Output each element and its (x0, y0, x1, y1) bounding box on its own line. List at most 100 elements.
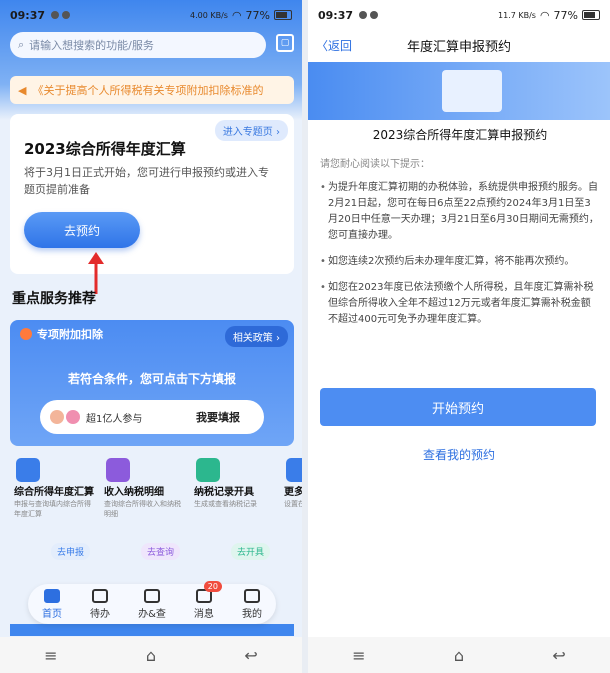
tab-icon (92, 588, 109, 603)
related-policy-link[interactable]: 相关政策 › (224, 326, 288, 347)
view-my-reservation-link[interactable]: 查看我的预约 (308, 446, 610, 463)
notice-item: 如您在2023年度已依法预缴个人所得税，且年度汇算需补税但综合所得收入全年不超过… (320, 280, 600, 328)
tab-item[interactable]: 首页 (42, 588, 63, 620)
service-item[interactable]: 纳税记录开具 生成或查看纳税记录去开具 (190, 458, 276, 562)
battery-icon (582, 10, 600, 20)
notification-icon (62, 11, 71, 19)
tab-label: 消息 (193, 608, 214, 620)
bottom-banner (10, 624, 294, 636)
notification-icon (51, 11, 60, 19)
status-bar: 09:37 4.00 KB/s ◠ 77% (0, 0, 302, 30)
avatar (50, 410, 64, 424)
service-desc: 查询综合所得收入和纳税明细 (104, 500, 181, 518)
page-title: 年度汇算申报预约 (406, 39, 511, 55)
tab-icon (143, 588, 160, 603)
search-input[interactable]: ⌕ 请输入想搜索的功能/服务 (10, 32, 266, 58)
scan-icon[interactable]: ▢ (276, 34, 294, 52)
special-deduction-card: 专项附加扣除 相关政策 › 若符合条件，您可点击下方填报 超1亿人参与 我要填报 (10, 320, 294, 446)
battery-level: 77% (553, 8, 578, 22)
menu-icon[interactable]: ≡ (352, 646, 365, 665)
system-nav-bar: ≡ ⌂ ↩ (0, 637, 302, 673)
search-icon: ⌕ (18, 38, 25, 51)
service-action-tag[interactable]: 去开具 (230, 543, 270, 560)
notification-icon (370, 11, 379, 19)
tab-icon (44, 588, 61, 603)
service-desc: 生成或查看纳税记录 (194, 500, 257, 508)
tab-label: 我的 (241, 608, 262, 620)
tab-label: 首页 (42, 608, 63, 620)
service-icon (286, 458, 302, 482)
tab-label: 待办 (90, 608, 111, 620)
content-hint: 请您耐心阅读以下提示： (320, 159, 430, 170)
service-grid: 综合所得年度汇算 申报与查询填内综合所得年度汇算 去申报 收入纳税明细 查询综合所得收入… (10, 458, 302, 578)
illustration-banner (308, 62, 610, 120)
illustration-icon (442, 70, 502, 112)
status-time: 09:37 (318, 8, 354, 22)
card2-header-label: 专项附加扣除 (37, 328, 103, 341)
section-title: 重点服务推荐 (12, 291, 96, 307)
network-speed: 11.7 KB/s (497, 10, 536, 20)
service-item[interactable]: 综合所得年度汇算申报与查询填内综合所得年度汇算去申报 (10, 458, 96, 562)
message-badge: 20 (203, 580, 222, 592)
participant-count: 超1亿人参与 (86, 413, 143, 425)
card-description: 将于3月1日正式开始，您可进行申报预约或进入专题页提前准备 (24, 166, 269, 196)
reservation-content: 2023综合所得年度汇算申报预约 请您耐心阅读以下提示： 为提升年度汇算初期的办… (320, 120, 600, 328)
notification-icon (359, 11, 368, 19)
service-item[interactable]: 更多1 设置在用功能 (280, 458, 302, 562)
search-placeholder: 请输入想搜索的功能/服务 (29, 39, 154, 52)
service-desc: 申报与查询填内综合所得年度汇算 (14, 500, 91, 518)
home-icon[interactable]: ⌂ (146, 646, 156, 665)
tab-item[interactable]: 办&查 (138, 588, 166, 620)
notice-text: 《关于提高个人所得税有关专项附加扣除标准的 (32, 84, 264, 97)
service-name: 纳税记录开具 (194, 487, 254, 498)
wifi-icon: ◠ (539, 8, 550, 22)
tab-item[interactable]: 消息 20 (193, 580, 222, 620)
service-name: 更多1 (284, 487, 302, 498)
service-name: 综合所得年度汇算 (14, 487, 94, 498)
page-header: 〈返回 年度汇算申报预约 (308, 30, 610, 60)
status-bar: 09:37 11.7 KB/s ◠ 77% (308, 0, 610, 30)
fill-in-button[interactable]: 我要填报 (196, 409, 240, 425)
right-screen: 09:37 11.7 KB/s ◠ 77% 〈返回 年度汇算申报预约 2023综… (308, 0, 610, 673)
home-icon[interactable]: ⌂ (454, 646, 464, 665)
service-name: 收入纳税明细 (104, 487, 164, 498)
service-icon (16, 458, 40, 482)
tab-item[interactable]: 待办 (90, 588, 111, 620)
annual-settlement-card: 进入专题页 › 2023综合所得年度汇算 将于3月1日正式开始，您可进行申报预约… (10, 114, 294, 274)
fill-in-pill[interactable]: 超1亿人参与 我要填报 (40, 400, 264, 434)
reserve-button[interactable]: 去预约 (24, 212, 140, 248)
notice-item: 如您连续2次预约后未办理年度汇算，将不能再次预约。 (320, 254, 600, 270)
system-nav-bar: ≡ ⌂ ↩ (308, 637, 610, 673)
service-item[interactable]: 收入纳税明细查询综合所得收入和纳税明细去查询 (100, 458, 186, 562)
card-title: 2023综合所得年度汇算 (24, 140, 186, 158)
tab-label: 办&查 (138, 608, 166, 620)
service-action-tag[interactable]: 去申报 (50, 543, 90, 560)
speaker-icon: ◀ (18, 83, 27, 97)
battery-level: 77% (245, 8, 270, 22)
topic-page-link[interactable]: 进入专题页 › (214, 120, 288, 141)
battery-icon (274, 10, 292, 20)
tab-bar: 首页 待办 办&查 消息 20 我的 (28, 580, 276, 624)
notice-item: 为提升年度汇算初期的办税体验，系统提供申报预约服务。自2月21日起，您可在每日6… (320, 180, 600, 244)
flame-icon (20, 328, 32, 340)
status-time: 09:37 (10, 8, 46, 22)
back-icon[interactable]: ↩ (244, 646, 257, 665)
service-action-tag[interactable]: 去查询 (140, 543, 180, 560)
avatar (66, 410, 80, 424)
left-screen: 09:37 4.00 KB/s ◠ 77% ⌕ 请输入想搜索的功能/服务 ▢ ◀… (0, 0, 302, 673)
card2-header: 专项附加扣除 (20, 326, 103, 342)
service-icon (196, 458, 220, 482)
tab-item[interactable]: 我的 (241, 588, 262, 620)
notice-banner[interactable]: ◀ 《关于提高个人所得税有关专项附加扣除标准的 (10, 76, 294, 104)
back-button[interactable]: 〈返回 (316, 37, 352, 54)
content-heading: 2023综合所得年度汇算申报预约 (372, 128, 548, 142)
card2-text: 若符合条件，您可点击下方填报 (67, 372, 236, 386)
start-reservation-button[interactable]: 开始预约 (320, 388, 596, 426)
menu-icon[interactable]: ≡ (44, 646, 57, 665)
tab-icon (243, 588, 260, 603)
back-icon[interactable]: ↩ (552, 646, 565, 665)
service-desc: 设置在用功能 (284, 500, 302, 508)
service-icon (106, 458, 130, 482)
network-speed: 4.00 KB/s (189, 10, 228, 20)
wifi-icon: ◠ (231, 8, 242, 22)
